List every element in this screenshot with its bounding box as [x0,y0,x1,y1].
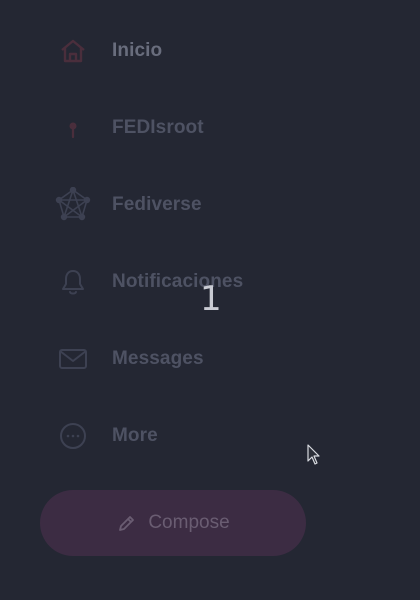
mouse-cursor-icon [307,444,321,466]
pencil-icon [116,512,138,534]
nav-item-label: FEDIsroot [112,117,204,138]
more-circle-icon [52,415,94,457]
nav-item-messages[interactable]: Messages [52,335,352,383]
home-icon [52,30,94,72]
nav-item-fedisroot[interactable]: FEDIsroot [52,104,352,152]
nav-item-label: Fediverse [112,194,202,215]
overlay-number: 1 [200,279,222,319]
nav-item-label: More [112,425,158,446]
compose-button[interactable]: Compose [40,490,306,556]
fediverse-icon [52,184,94,226]
pin-icon [52,107,94,149]
compose-label: Compose [148,512,230,533]
nav-item-label: Notificaciones [112,271,244,292]
nav-item-label: Messages [112,348,204,369]
bell-icon [52,261,94,303]
envelope-icon [52,338,94,380]
nav-item-inicio[interactable]: Inicio [52,27,352,75]
nav-item-label: Inicio [112,40,163,61]
nav-item-fediverse[interactable]: Fediverse [52,181,352,229]
